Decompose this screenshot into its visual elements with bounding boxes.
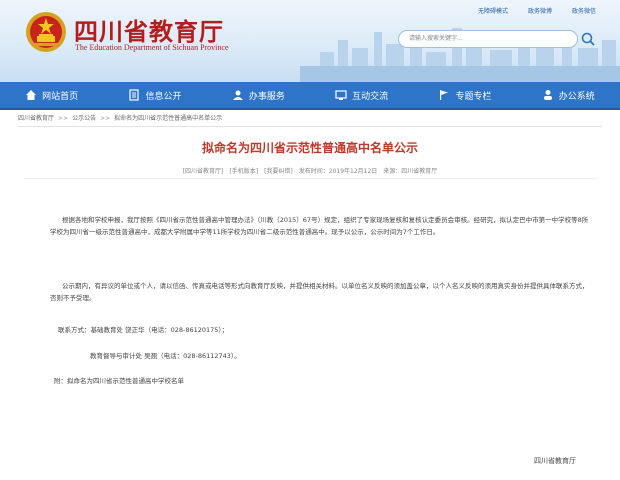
nav-item-label: 办事服务: [248, 91, 285, 102]
nav-item-info-disclosure[interactable]: 信息公开: [122, 85, 187, 106]
article-title: 拟命名为四川省示范性普通高中名单公示: [201, 141, 418, 155]
home-icon: [26, 90, 37, 100]
weibo-link[interactable]: 政务微博: [528, 6, 552, 15]
wechat-link[interactable]: 政务微信: [572, 6, 596, 15]
contact-info: 教育督导与审计处 吴翘（电话：028-86112743）。: [90, 352, 241, 360]
article-paragraph: 根据各地和学校申报，我厅按照《四川省示范性普通高中管理办法》（川教〔2015〕6…: [50, 216, 589, 236]
contact-info: 联系方式：基础教育处 饶正华（电话：028-86120175）；: [58, 326, 229, 334]
monitor-icon: [335, 90, 347, 100]
nav-item-services[interactable]: 办事服务: [226, 85, 291, 106]
flag-icon: [440, 90, 449, 100]
nav-item-special-topics[interactable]: 专题专栏: [432, 85, 497, 106]
nav-item-label: 网站首页: [42, 91, 79, 102]
breadcrumb-separator: >>: [100, 115, 111, 122]
meta-source-link[interactable]: [四川省教育厅]: [183, 166, 224, 175]
article-meta: [四川省教育厅] [手机版本] [我要纠错] 发布时间：2019年12月12日 …: [150, 166, 470, 175]
nav-item-label: 信息公开: [145, 91, 182, 102]
meta-origin: 来源：四川省教育厅: [383, 168, 438, 175]
breadcrumb-current[interactable]: 拟命名为四川省示范性普通高中名单公示: [114, 115, 222, 122]
nav-item-home[interactable]: 网站首页: [19, 85, 84, 106]
accessibility-mode-link[interactable]: 无障碍模式: [478, 6, 508, 15]
breadcrumb-separator: >>: [58, 115, 69, 122]
attachment-link[interactable]: 附：拟命名为四川省示范性普通高中学校名单: [54, 376, 584, 388]
article-paragraph: 公示期内，有异议的单位或个人，请以信函、传真或电话等形式向教育厅反映，并提供相关…: [50, 282, 589, 302]
nav-item-label: 办公系统: [558, 91, 595, 102]
signature: 四川省教育厅: [534, 457, 576, 465]
national-emblem-icon: [26, 12, 66, 52]
top-links: 无障碍模式 政务微博 政务微信: [478, 6, 596, 15]
meta-mobile-link[interactable]: [手机版本]: [229, 166, 258, 175]
nav-item-label: 互动交流: [352, 91, 389, 102]
breadcrumb: 四川省教育厅 >> 公示公告 >> 拟命名为四川省示范性普通高中名单公示: [18, 113, 602, 127]
nav-item-office-system[interactable]: 办公系统: [536, 85, 601, 106]
site-subtitle: The Education Department of Sichuan Prov…: [75, 43, 229, 52]
main-nav: 网站首页 信息公开 办事服务 互动交流 专题专栏 办公系统: [0, 82, 620, 110]
breadcrumb-home-link[interactable]: 四川省教育厅: [18, 115, 54, 122]
search-input[interactable]: 请输入搜索关键字...: [398, 30, 578, 48]
user-icon: [543, 90, 552, 100]
site-header: 四川省教育厅 The Education Department of Sichu…: [0, 0, 620, 82]
site-title: 四川省教育厅: [74, 17, 224, 46]
nav-item-interaction[interactable]: 互动交流: [329, 85, 394, 106]
document-icon: [129, 89, 140, 101]
meta-publish-date: 发布时间：2019年12月12日: [298, 168, 378, 175]
nav-item-label: 专题专栏: [455, 91, 492, 102]
service-icon: [232, 90, 243, 100]
search-icon[interactable]: [580, 30, 596, 48]
breadcrumb-announcements-link[interactable]: 公示公告: [72, 115, 96, 122]
meta-report-error-link[interactable]: [我要纠错]: [264, 166, 293, 175]
divider: [24, 178, 596, 179]
